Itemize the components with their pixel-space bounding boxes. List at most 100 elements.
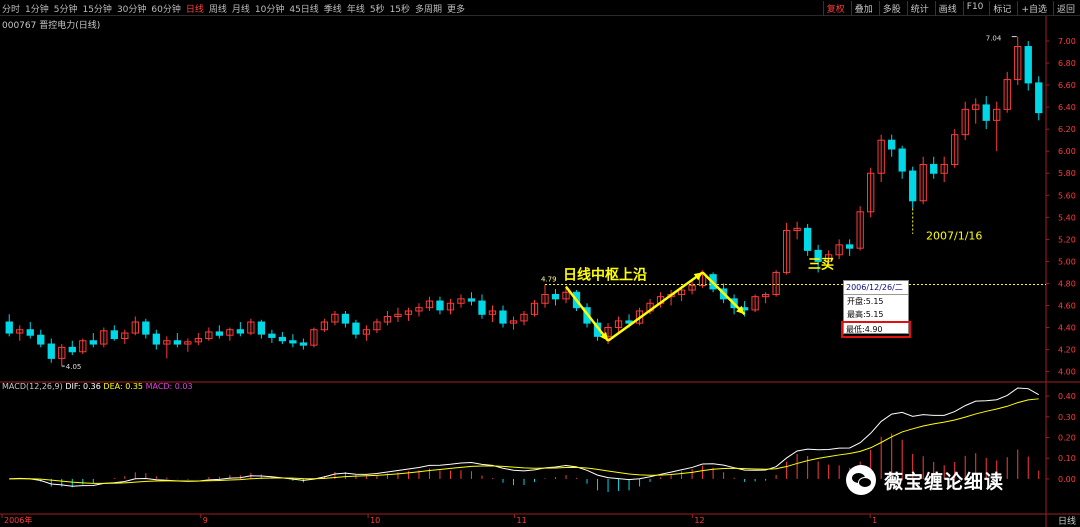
period-tab-0[interactable]: 分时	[2, 2, 20, 15]
tooltip-low: 最低:4.90	[841, 321, 911, 338]
bottom-period-label: 日线	[1057, 517, 1076, 527]
candle-body	[909, 170, 917, 202]
menu-item-3[interactable]: 统计	[906, 1, 932, 16]
candle-body	[478, 300, 486, 315]
candle-body	[173, 340, 181, 345]
price-tick-label: 4.80	[1058, 279, 1076, 288]
time-tick-label: 11	[517, 516, 527, 525]
dea-value: DEA: 0.35	[103, 382, 144, 391]
date-note-label: 2007/1/16	[926, 229, 982, 242]
period-tab-14[interactable]: 15秒	[390, 2, 410, 15]
candle-body	[1024, 46, 1032, 84]
price-tick-label: 6.20	[1058, 125, 1076, 134]
time-tick-label: 2006年	[4, 515, 32, 525]
menu-item-1[interactable]: 叠加	[850, 1, 876, 16]
price-tick-label: 5.40	[1058, 213, 1076, 222]
macd-tick-label: 0.00	[1058, 475, 1076, 484]
period-tab-4[interactable]: 30分钟	[117, 2, 146, 15]
arrow-down-2	[701, 271, 746, 316]
tooltip-date: 2006/12/26/二	[844, 281, 908, 295]
period-tabs: 分时 1分钟 5分钟 15分钟 30分钟 60分钟 日线 周线 月线 10分钟 45日线 季线 年线 5秒…	[2, 2, 465, 15]
price-tick-label: 5.80	[1058, 169, 1076, 178]
menu-item-8[interactable]: 返回	[1052, 1, 1078, 16]
time-tick-label: 9	[203, 516, 208, 525]
price-tick-label: 6.40	[1058, 103, 1076, 112]
price-tick-label: 7.00	[1058, 37, 1076, 46]
candle-body	[467, 298, 476, 302]
price-tick-label: 6.60	[1058, 81, 1076, 90]
candle-body	[47, 343, 55, 359]
period-tab-15[interactable]: 多周期	[415, 2, 442, 15]
candle-body	[268, 333, 276, 338]
tooltip-open: 开盘:5.15	[847, 297, 884, 306]
period-tab-5[interactable]: 60分钟	[151, 2, 180, 15]
watermark-text: 薇宝缠论细读	[884, 470, 1005, 493]
period-tab-9[interactable]: 10分钟	[255, 2, 284, 15]
macd-label: MACD(12,26,9)	[2, 382, 63, 391]
candle-body	[888, 139, 896, 150]
price-tick-label: 4.00	[1058, 368, 1076, 377]
candle-tooltip: 2006/12/26/二 开盘:5.15 最高:5.15 最低:4.90	[841, 280, 911, 338]
period-tab-11[interactable]: 季线	[324, 2, 342, 15]
tooltip-high: 最高:5.15	[847, 310, 884, 319]
candle-body	[89, 340, 97, 345]
high-label: 7.04	[986, 35, 1002, 43]
candle-body	[341, 313, 350, 324]
price-tick-label: 5.20	[1058, 235, 1076, 244]
menu-item-5[interactable]: F10	[962, 1, 987, 16]
candle-body	[299, 342, 308, 346]
candle-body	[26, 329, 34, 336]
menu-item-7[interactable]: +自选	[1017, 1, 1050, 16]
period-tab-10[interactable]: 45日线	[289, 2, 318, 15]
time-tick-label: 10	[370, 516, 380, 525]
candle-body	[930, 163, 938, 174]
candle-body	[236, 329, 245, 334]
watermark: 薇宝缠论细读	[846, 462, 1004, 498]
candle-body	[278, 336, 287, 342]
chart-area[interactable]: 7.00 6.80 6.60 6.40 6.20 6.00 5.80 5.60 5.40 5.20…	[0, 16, 1080, 527]
candle-body	[982, 104, 990, 121]
candle-body	[152, 333, 160, 345]
candle-body	[257, 321, 266, 335]
candle-body	[289, 340, 297, 344]
price-tick-label: 4.40	[1058, 324, 1076, 333]
dif-value: DIF: 0.36	[65, 382, 101, 391]
arrow-down-1	[565, 285, 610, 342]
period-tab-6[interactable]: 日线	[186, 2, 204, 15]
macd-tick-label: 0.40	[1058, 392, 1076, 401]
menu-item-6[interactable]: 标记	[989, 1, 1014, 16]
menu-item-4[interactable]: 画线	[934, 1, 960, 16]
candle-body	[499, 310, 507, 324]
candle-body	[1035, 82, 1043, 114]
right-menu: 复权 叠加 多股 统计 画线 F10 标记 +自选 返回	[822, 1, 1078, 16]
price-tick-label: 4.60	[1058, 301, 1076, 310]
sanmai-label: 三买	[808, 257, 834, 272]
period-tab-12[interactable]: 年线	[347, 2, 365, 15]
period-tab-3[interactable]: 15分钟	[82, 2, 111, 15]
zhongshu-label: 日线中枢上沿	[563, 267, 647, 284]
candle-body	[846, 244, 854, 249]
price-tick-label: 4.20	[1058, 346, 1076, 355]
period-tab-13[interactable]: 5秒	[370, 2, 385, 15]
level-label: 4.79	[541, 276, 557, 284]
candle-body	[110, 330, 118, 340]
period-tab-7[interactable]: 周线	[209, 2, 227, 15]
menu-item-2[interactable]: 多股	[878, 1, 904, 16]
price-tick-label: 5.60	[1058, 191, 1076, 200]
period-tab-8[interactable]: 月线	[232, 2, 250, 15]
candle-body	[436, 300, 444, 311]
menu-item-0[interactable]: 复权	[822, 1, 848, 16]
period-tab-16[interactable]: 更多	[447, 2, 465, 15]
period-tab-2[interactable]: 5分钟	[54, 2, 78, 15]
candle-body	[551, 293, 560, 300]
price-tick-label: 6.00	[1058, 147, 1076, 156]
low-label: 4.05	[66, 363, 82, 371]
candle-body	[5, 321, 13, 334]
macd-tick-label: 0.10	[1058, 454, 1076, 463]
candle-body	[352, 322, 360, 335]
time-tick-label: 1	[872, 516, 877, 525]
macd-value: MACD: 0.03	[145, 382, 193, 391]
period-tab-1[interactable]: 1分钟	[25, 2, 49, 15]
time-tick-label: 12	[694, 516, 704, 525]
candle-body	[68, 346, 76, 353]
